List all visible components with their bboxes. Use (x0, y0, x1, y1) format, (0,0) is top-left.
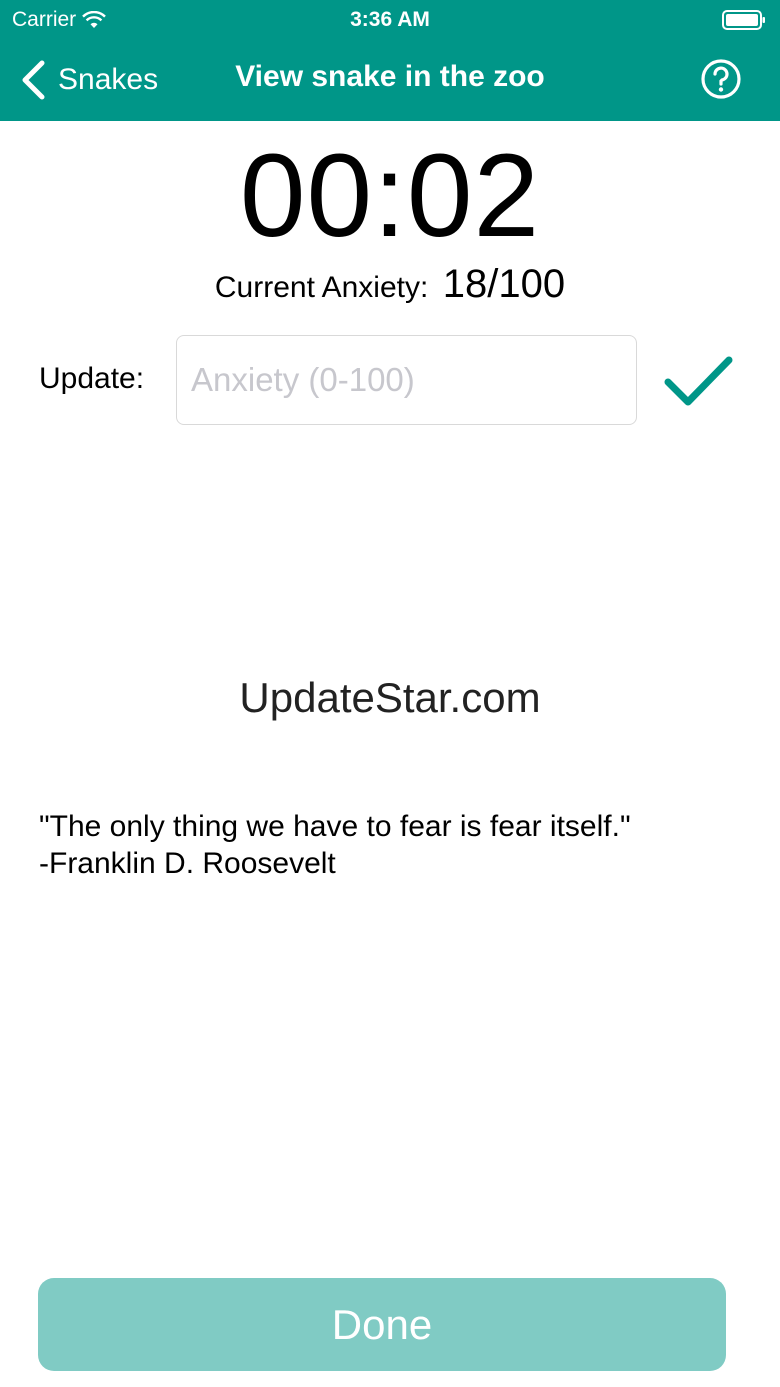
exposure-timer: 00:02 (239, 130, 541, 262)
ad-banner-text[interactable]: UpdateStar.com (0, 674, 780, 722)
battery-full-icon (722, 10, 765, 30)
quote-author: -Franklin D. Roosevelt (39, 847, 336, 880)
page-title: View snake in the zoo (235, 60, 545, 93)
status-time: 3:36 AM (350, 8, 430, 31)
done-button[interactable]: Done (38, 1278, 726, 1371)
checkmark-icon[interactable] (662, 352, 734, 412)
update-anxiety-row: Update: (0, 334, 780, 426)
anxiety-input[interactable] (176, 335, 637, 425)
current-anxiety-row: Current Anxiety: 18/100 (0, 262, 780, 307)
current-anxiety-value: 18/100 (442, 262, 566, 306)
status-bar: Carrier 3:36 AM (0, 0, 780, 40)
app-header: Carrier 3:36 AM Snakes View snake in the… (0, 0, 780, 121)
navigation-bar: Snakes View snake in the zoo (0, 40, 780, 121)
quote-text: "The only thing we have to fear is fear … (39, 810, 631, 843)
current-anxiety-label: Current Anxiety: (214, 271, 429, 304)
question-circle-icon[interactable] (700, 58, 742, 100)
update-label: Update: (39, 362, 145, 395)
motivational-quote: "The only thing we have to fear is fear … (39, 808, 739, 882)
